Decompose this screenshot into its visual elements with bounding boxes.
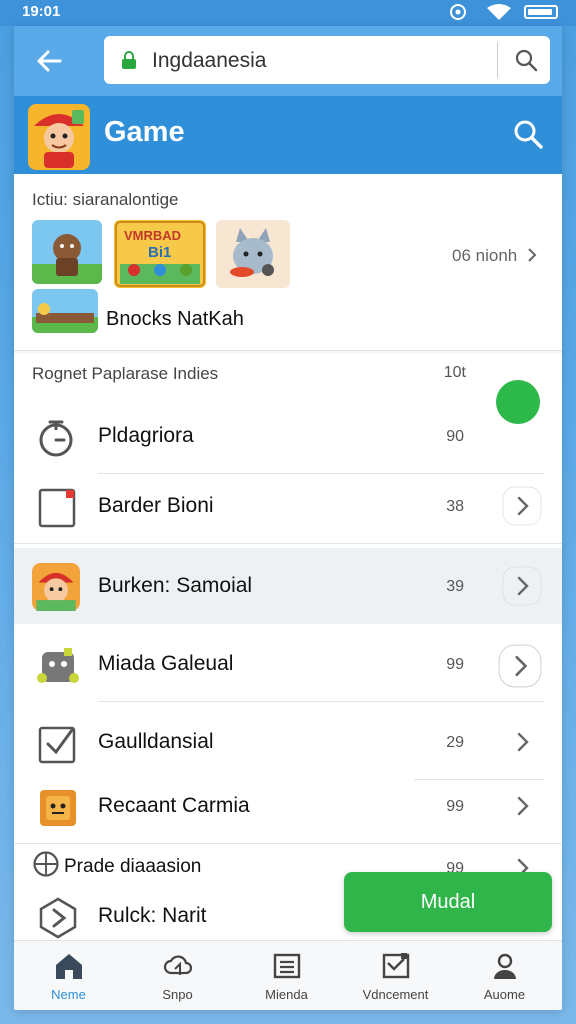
globe-icon [33, 851, 59, 877]
list-icon [273, 953, 301, 979]
chevron-right-icon[interactable] [502, 486, 542, 526]
list-item[interactable]: Miada Galeual 99 [14, 626, 562, 702]
row-divider [98, 701, 544, 702]
game-avatar-icon [32, 563, 80, 611]
list-item-label: Barder Bioni [98, 494, 214, 517]
back-button[interactable] [28, 40, 70, 82]
document-icon [38, 488, 76, 528]
nav-label: Auome [483, 987, 526, 1002]
back-arrow-icon [37, 50, 62, 72]
list-item-count: 99 [446, 656, 464, 673]
cat-robot-icon [37, 648, 79, 683]
nav-item-home[interactable]: Neme [14, 941, 123, 1010]
user-icon [494, 953, 516, 979]
list-item-count: 39 [446, 578, 464, 595]
game-list: Rognet Paplarase Indies 10t Pldagriora 9… [14, 354, 562, 940]
home-icon [56, 954, 82, 979]
signal-icon [450, 4, 466, 20]
list-item-label: Rulck: Narit [98, 904, 207, 927]
header-search-icon[interactable] [512, 118, 544, 150]
page-title: Game [104, 116, 185, 148]
list-item[interactable]: Barder Bioni 38 [14, 468, 562, 544]
inbox-icon [382, 953, 410, 979]
game-logo [28, 104, 90, 170]
play-hex-icon [39, 897, 77, 939]
mudal-button[interactable]: Mudal [344, 872, 552, 932]
list-header-count: 10t [443, 364, 466, 381]
url-divider [497, 42, 498, 78]
list-item-label: Gaulldansial [98, 730, 214, 753]
chevron-right-icon [528, 248, 537, 262]
featured-label: Ictiu: siaranalontige [32, 190, 179, 209]
url-text: Ingdaanesia [152, 49, 267, 72]
chevron-right-icon[interactable] [498, 644, 542, 688]
game-thumbnail[interactable] [216, 220, 290, 288]
status-icons [448, 3, 558, 21]
chevron-right-icon[interactable] [502, 786, 542, 826]
chevron-right-icon[interactable] [502, 722, 542, 762]
list-item-label: Miada Galeual [98, 652, 234, 675]
list-item-label: Prade diaaasion [64, 856, 202, 877]
nav-label: Mienda [265, 987, 308, 1002]
game-header: Game [14, 96, 562, 174]
game-thumbnail[interactable] [32, 289, 98, 333]
status-time: 19:01 [22, 3, 61, 20]
nav-item-mienda[interactable]: Mienda [232, 941, 341, 1010]
list-item-count: 99 [446, 798, 464, 815]
wifi-icon [487, 4, 511, 20]
box-face-icon [40, 790, 76, 826]
featured-more-label: 06 nionh [452, 246, 518, 265]
app-frame: Ingdaanesia Game Ictiu: siaranalontige V… [14, 26, 562, 1010]
row-divider [14, 543, 562, 544]
nav-label: Snpo [162, 987, 193, 1002]
featured-game-name[interactable]: Bnocks NatKah [106, 308, 244, 331]
checkbox-icon [38, 726, 76, 764]
featured-more-link[interactable]: 06 nionh [452, 246, 538, 266]
list-header: Rognet Paplarase Indies [32, 364, 219, 383]
game-thumbnail-subtitle: Bi1 [148, 244, 172, 261]
battery-icon [524, 5, 558, 19]
featured-card: Ictiu: siaranalontige VMRBAD Bi1 06 nion… [14, 174, 562, 351]
status-bar: 19:01 [0, 0, 576, 26]
search-icon[interactable] [514, 48, 538, 72]
lock-icon [122, 51, 136, 69]
game-thumbnail-title: VMRBAD [124, 228, 182, 243]
list-item-label: Recaant Carmia [98, 794, 250, 817]
nav-label: Neme [51, 987, 86, 1002]
list-item[interactable]: Pldagriora 90 [14, 398, 562, 474]
clock-icon [39, 420, 73, 457]
nav-item-auome[interactable]: Auome [450, 941, 559, 1010]
nav-item-snpo[interactable]: Snpo [123, 941, 232, 1010]
game-thumbnail[interactable]: VMRBAD Bi1 [114, 220, 206, 288]
cloud-icon [163, 955, 193, 975]
list-item-label: Burken: Samoial [98, 574, 253, 597]
game-thumbnail[interactable] [32, 220, 102, 284]
list-item-count: 90 [446, 428, 464, 445]
list-item-label: Pldagriora [98, 424, 194, 447]
chevron-right-icon[interactable] [502, 566, 542, 606]
url-input[interactable]: Ingdaanesia [104, 36, 550, 84]
list-item[interactable]: Burken: Samoial 39 [14, 548, 562, 624]
url-bar: Ingdaanesia [14, 26, 562, 96]
list-item-count: 38 [446, 498, 464, 515]
nav-item-vdncement[interactable]: Vdncement [341, 941, 450, 1010]
nav-label: Vdncement [362, 987, 429, 1002]
list-item[interactable]: Recaant Carmia 99 [14, 768, 562, 844]
bottom-nav: Neme Snpo Mienda Vdncement Auome [14, 940, 562, 1010]
list-item-count: 29 [446, 734, 464, 751]
